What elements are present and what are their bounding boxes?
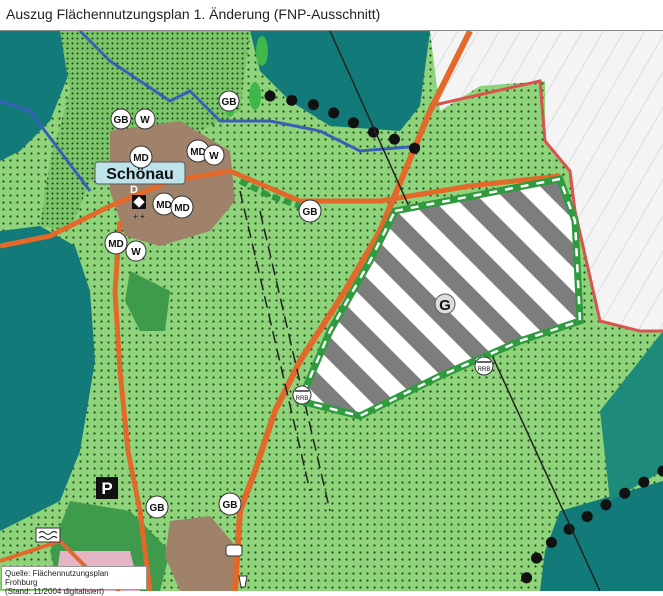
church-symbol: + +: [132, 195, 146, 221]
symbol-gb: GB: [218, 492, 242, 516]
svg-text:MD: MD: [133, 153, 149, 164]
symbol-gb: GB: [145, 495, 169, 519]
svg-text:GB: GB: [222, 97, 237, 108]
source-line-2: (Stand: 11/2004 digitalisiert): [5, 587, 105, 596]
svg-text:GB: GB: [303, 207, 318, 218]
rrb-symbol-east: RRB: [474, 356, 494, 376]
title-bar: Auszug Flächennutzungsplan 1. Änderung (…: [0, 0, 663, 31]
tree-symbol: [256, 36, 268, 66]
map-title: Auszug Flächennutzungsplan 1. Änderung (…: [6, 6, 381, 22]
cemetery-icon: [238, 575, 248, 588]
svg-text:+ +: + +: [133, 212, 145, 221]
symbol-md: MD: [129, 145, 153, 169]
svg-text:MD: MD: [156, 200, 172, 211]
tree-symbol: [249, 82, 261, 110]
area-label-g: G: [439, 297, 451, 314]
svg-text:W: W: [140, 115, 150, 126]
map-canvas: G RRB RRB Schönau GB W GB MD MD W GB D +…: [0, 31, 663, 591]
rrb-label-west: RRB: [296, 396, 309, 402]
svg-text:D: D: [130, 184, 138, 196]
symbol-gb: GB: [110, 108, 132, 130]
svg-text:MD: MD: [190, 147, 206, 158]
symbol-gb: GB: [298, 199, 322, 223]
symbol-w: W: [125, 240, 147, 262]
svg-text:GB: GB: [223, 500, 238, 511]
svg-text:MD: MD: [108, 239, 124, 250]
symbol-gb: GB: [218, 90, 240, 112]
water-wave-icon: [35, 527, 61, 543]
building-symbol: [225, 544, 243, 557]
place-label: Schönau: [106, 166, 174, 183]
rrb-label-east: RRB: [478, 367, 491, 373]
map-figure: Auszug Flächennutzungsplan 1. Änderung (…: [0, 0, 663, 596]
source-line-1: Quelle: Flächennutzungsplan Frohburg: [5, 569, 109, 587]
svg-text:GB: GB: [114, 115, 129, 126]
svg-text:W: W: [209, 151, 219, 162]
svg-text:MD: MD: [174, 203, 190, 214]
symbol-d: D: [130, 184, 138, 196]
symbol-md: MD: [104, 231, 128, 255]
svg-text:P: P: [101, 479, 112, 498]
parking-symbol: P: [96, 477, 118, 499]
symbol-w: W: [134, 108, 156, 130]
symbol-md: MD: [170, 195, 194, 219]
svg-text:W: W: [131, 247, 141, 258]
rrb-symbol-west: RRB: [292, 385, 312, 405]
symbol-w: W: [203, 144, 225, 166]
svg-text:GB: GB: [150, 503, 165, 514]
source-note: Quelle: Flächennutzungsplan Frohburg (St…: [1, 566, 147, 596]
